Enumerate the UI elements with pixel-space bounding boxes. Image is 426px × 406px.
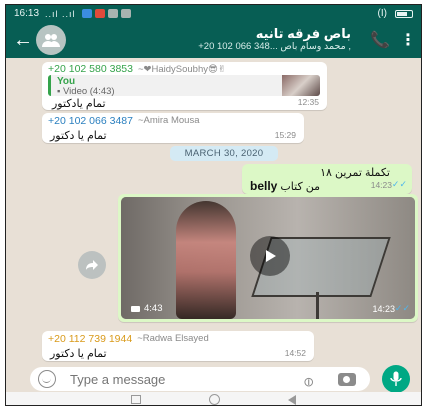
message-time: 14:23 (370, 180, 392, 190)
video-duration: 4:43 (131, 303, 163, 314)
sender-phone[interactable]: +20 112 739 1944 (48, 333, 132, 345)
forward-icon (86, 260, 98, 270)
status-right: (I) (378, 8, 413, 19)
quote-text: ▪ Video (4:43) (57, 86, 115, 97)
message-text-line2: belly من كتاب (250, 179, 320, 193)
sender-name: ~Amira Mousa (137, 115, 200, 126)
vibrate-icon: (I) (377, 8, 387, 19)
sender-phone[interactable]: +20 102 580 3853 (48, 63, 133, 75)
back-arrow-icon[interactable]: ← (12, 29, 34, 52)
message-text: تمام يا دكتور (50, 130, 107, 142)
input-bar: ⊘ (6, 364, 421, 393)
group-avatar[interactable] (36, 25, 66, 55)
video-camera-icon (131, 305, 140, 312)
play-button[interactable] (250, 236, 290, 276)
message-time: 14:52 (284, 348, 306, 358)
message-text: من كتاب (280, 181, 321, 193)
status-time: 16:13 (14, 8, 40, 19)
video-duration-text: 4:43 (144, 303, 163, 314)
read-ticks-icon: ✓✓ (391, 179, 407, 189)
read-ticks-icon: ✓✓ (394, 303, 410, 313)
recent-apps-icon[interactable] (131, 395, 141, 404)
nav-back-icon[interactable] (288, 394, 296, 405)
message-header: +20 102 580 3853 ~❤HaidySoubhy😎✌ (48, 63, 226, 75)
video-stand-pole (316, 292, 319, 319)
video-message-bubble[interactable]: 4:43 14:23 ✓✓ (118, 194, 418, 322)
message-text: تمام يادكتور (52, 98, 106, 110)
message-input[interactable] (70, 371, 302, 387)
message-time: 12:35 (297, 97, 319, 107)
notification-icons (81, 9, 131, 18)
play-icon (266, 250, 276, 262)
emoji-icon[interactable] (38, 370, 56, 388)
video-person (176, 201, 236, 319)
message-header: +20 102 066 3487 ~Amira Mousa (48, 115, 199, 127)
message-time: 14:23 (372, 304, 395, 314)
message-bubble[interactable]: +20 102 066 3487 ~Amira Mousa تمام يا دك… (42, 113, 304, 143)
message-bubble[interactable]: +20 102 580 3853 ~❤HaidySoubhy😎✌ You ▪ V… (42, 62, 327, 110)
message-input-container: ⊘ (30, 367, 370, 391)
group-title: باص فرقه تانيه (255, 26, 351, 42)
add-call-icon[interactable]: 📞 (365, 30, 395, 50)
attach-icon[interactable]: ⊘ (299, 366, 324, 391)
date-separator: MARCH 30, 2020 (170, 146, 278, 161)
sender-name: ~❤HaidySoubhy😎✌ (137, 63, 226, 75)
chat-title-area[interactable]: باص فرقه تانيه ‎+20 102 066 348... محمد … (66, 26, 365, 53)
battery-icon (395, 9, 413, 18)
quoted-message[interactable]: You ▪ Video (4:43) (48, 75, 320, 97)
message-text: تمام يا دكتور (50, 348, 107, 360)
message-header: +20 112 739 1944 ~Radwa Elsayed (48, 333, 209, 345)
mic-button[interactable] (382, 365, 410, 393)
video-thumbnail[interactable]: 4:43 14:23 ✓✓ (121, 197, 415, 319)
sender-name: ~Radwa Elsayed (137, 333, 209, 344)
signal-icon: ..ıl ..ıl (45, 8, 76, 19)
app-notification-icon (107, 9, 118, 18)
status-bar: 16:13 ..ıl ..ıl (I) (6, 5, 421, 22)
group-icon (42, 34, 60, 47)
group-participants: ‎+20 102 066 348... محمد وسام باص ,‎ (198, 42, 351, 52)
system-nav-bar (6, 392, 421, 405)
phone-screen: 16:13 ..ıl ..ıl (I) ← باص فرقه تانيه ‎+2… (5, 4, 422, 406)
outgoing-message-bubble[interactable]: تكملة تمرين ١٨ belly من كتاب 14:23 ✓✓ (242, 164, 412, 194)
home-icon[interactable] (209, 394, 220, 405)
app-notification-icon (81, 9, 92, 18)
chat-header[interactable]: ← باص فرقه تانيه ‎+20 102 066 348... محم… (6, 22, 421, 58)
more-vertical-icon[interactable]: ⋮ (395, 30, 421, 50)
chat-area[interactable]: +20 102 580 3853 ~❤HaidySoubhy😎✌ You ▪ V… (6, 58, 421, 364)
message-text-bold: belly (250, 179, 278, 193)
sender-phone[interactable]: +20 102 066 3487 (48, 115, 133, 127)
camera-icon[interactable] (338, 372, 356, 386)
mic-icon (390, 371, 402, 386)
youtube-notification-icon (94, 9, 105, 18)
forward-button[interactable] (78, 251, 106, 279)
app-notification-icon (120, 9, 131, 18)
video-thumbnail (282, 75, 320, 96)
message-bubble[interactable]: +20 112 739 1944 ~Radwa Elsayed تمام يا … (42, 331, 314, 361)
message-text: تكملة تمرين ١٨ (320, 167, 390, 179)
message-time: 15:29 (274, 130, 296, 140)
